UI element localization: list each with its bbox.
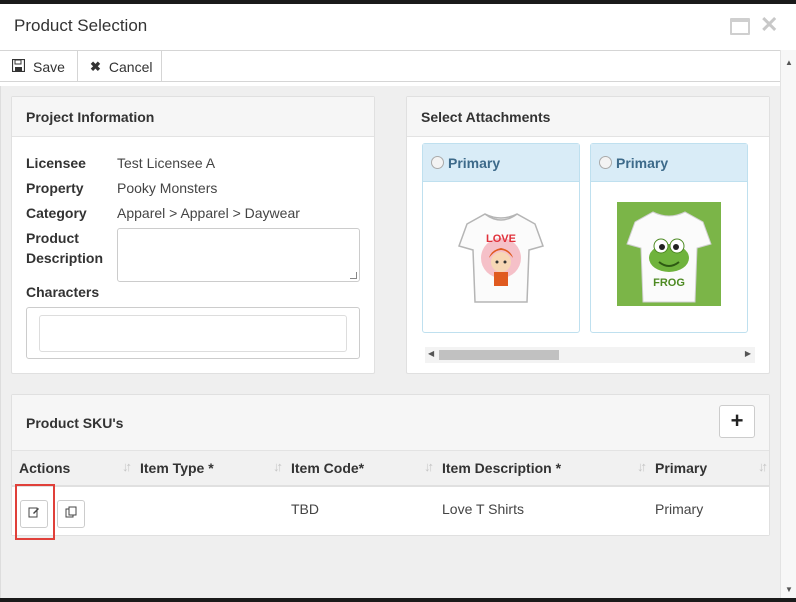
scroll-down-arrow-icon[interactable]: ▼ [785, 585, 793, 594]
svg-text:LOVE: LOVE [486, 233, 516, 245]
product-skus-header: Product SKU's + [12, 395, 769, 451]
vertical-scrollbar[interactable]: ▲ ▼ [780, 50, 796, 598]
primary-radio[interactable] [599, 156, 612, 169]
select-attachments-panel: Select Attachments Primary LOVE Primary … [406, 96, 770, 374]
sort-icon[interactable]: ↓↑ [273, 459, 283, 474]
x-icon: ✖ [90, 58, 101, 74]
frog-tshirt-image: FROG [617, 202, 721, 306]
project-information-heading: Project Information [12, 97, 374, 137]
love-tshirt-image: LOVE [449, 202, 553, 306]
characters-input[interactable] [39, 315, 347, 352]
save-label: Save [33, 58, 65, 75]
sort-icon[interactable]: ↓↑ [637, 459, 647, 474]
table-row: TBD Love T Shirts Primary [12, 489, 769, 535]
sort-icon[interactable]: ↓↑ [424, 459, 434, 474]
attachments-horizontal-scrollbar[interactable]: ◀ ▶ [425, 347, 755, 363]
scroll-right-arrow-icon[interactable]: ▶ [745, 349, 751, 358]
dialog-content: Project Information Licensee Test Licens… [0, 86, 780, 598]
select-attachments-heading: Select Attachments [407, 97, 769, 137]
attachment-card[interactable]: Primary LOVE [422, 143, 580, 333]
product-skus-panel: Product SKU's + Actions ↓↑ Item Type * ↓… [11, 394, 770, 540]
product-description-textarea[interactable] [117, 228, 360, 282]
item-description-cell: Love T Shirts [442, 501, 524, 517]
attachment-header: Primary [423, 144, 579, 182]
svg-text:FROG: FROG [653, 277, 685, 289]
sort-icon[interactable]: ↓↑ [758, 459, 768, 474]
primary-radio[interactable] [431, 156, 444, 169]
licensee-label: Licensee [26, 155, 86, 171]
dialog-toolbar: Save ✖ Cancel [0, 50, 780, 82]
property-value: Pooky Monsters [117, 180, 218, 196]
attachment-primary-label: Primary [616, 154, 669, 171]
attachment-primary-label: Primary [448, 154, 501, 171]
category-value: Apparel > Apparel > Daywear [117, 205, 300, 221]
characters-field [26, 307, 360, 359]
column-item-code[interactable]: Item Code* ↓↑ [284, 451, 435, 485]
dialog-title: Product Selection [14, 16, 148, 35]
description-label-line1: Product [26, 230, 79, 246]
product-selection-dialog: Product Selection ✕ Save ✖ Cancel ▲ ▼ Pr… [0, 0, 796, 602]
copy-icon [65, 506, 77, 521]
characters-label: Characters [26, 284, 100, 300]
scroll-left-arrow-icon[interactable]: ◀ [428, 349, 434, 358]
licensee-value: Test Licensee A [117, 155, 216, 171]
description-label-line2: Description [26, 250, 104, 266]
sku-table-header: Actions ↓↑ Item Type * ↓↑ Item Code* ↓↑ … [12, 451, 769, 487]
cancel-label: Cancel [108, 58, 153, 75]
copy-row-button[interactable] [57, 500, 85, 528]
scroll-thumb[interactable] [439, 350, 559, 360]
column-primary[interactable]: Primary ↓↑ [648, 451, 769, 485]
item-code-cell: TBD [291, 501, 319, 517]
edit-button-highlight [15, 484, 55, 540]
attachment-header: Primary [591, 144, 747, 182]
floppy-disk-icon [11, 58, 26, 75]
add-sku-button[interactable]: + [719, 405, 755, 438]
column-item-description[interactable]: Item Description * ↓↑ [435, 451, 648, 485]
column-item-type[interactable]: Item Type * ↓↑ [133, 451, 284, 485]
close-icon[interactable]: ✕ [760, 14, 778, 36]
maximize-icon[interactable] [730, 18, 750, 35]
property-label: Property [26, 180, 84, 196]
save-button[interactable]: Save [0, 51, 78, 82]
column-actions[interactable]: Actions ↓↑ [12, 451, 133, 485]
primary-cell: Primary [655, 501, 704, 517]
dialog-titlebar: Product Selection ✕ [0, 4, 796, 50]
product-skus-heading: Product SKU's [26, 415, 124, 431]
scroll-up-arrow-icon[interactable]: ▲ [785, 58, 793, 67]
category-label: Category [26, 205, 87, 221]
cancel-button[interactable]: ✖ Cancel [78, 51, 162, 82]
sort-icon[interactable]: ↓↑ [122, 459, 132, 474]
attachment-card[interactable]: Primary FROG [590, 143, 748, 333]
project-information-panel: Project Information Licensee Test Licens… [11, 96, 375, 374]
